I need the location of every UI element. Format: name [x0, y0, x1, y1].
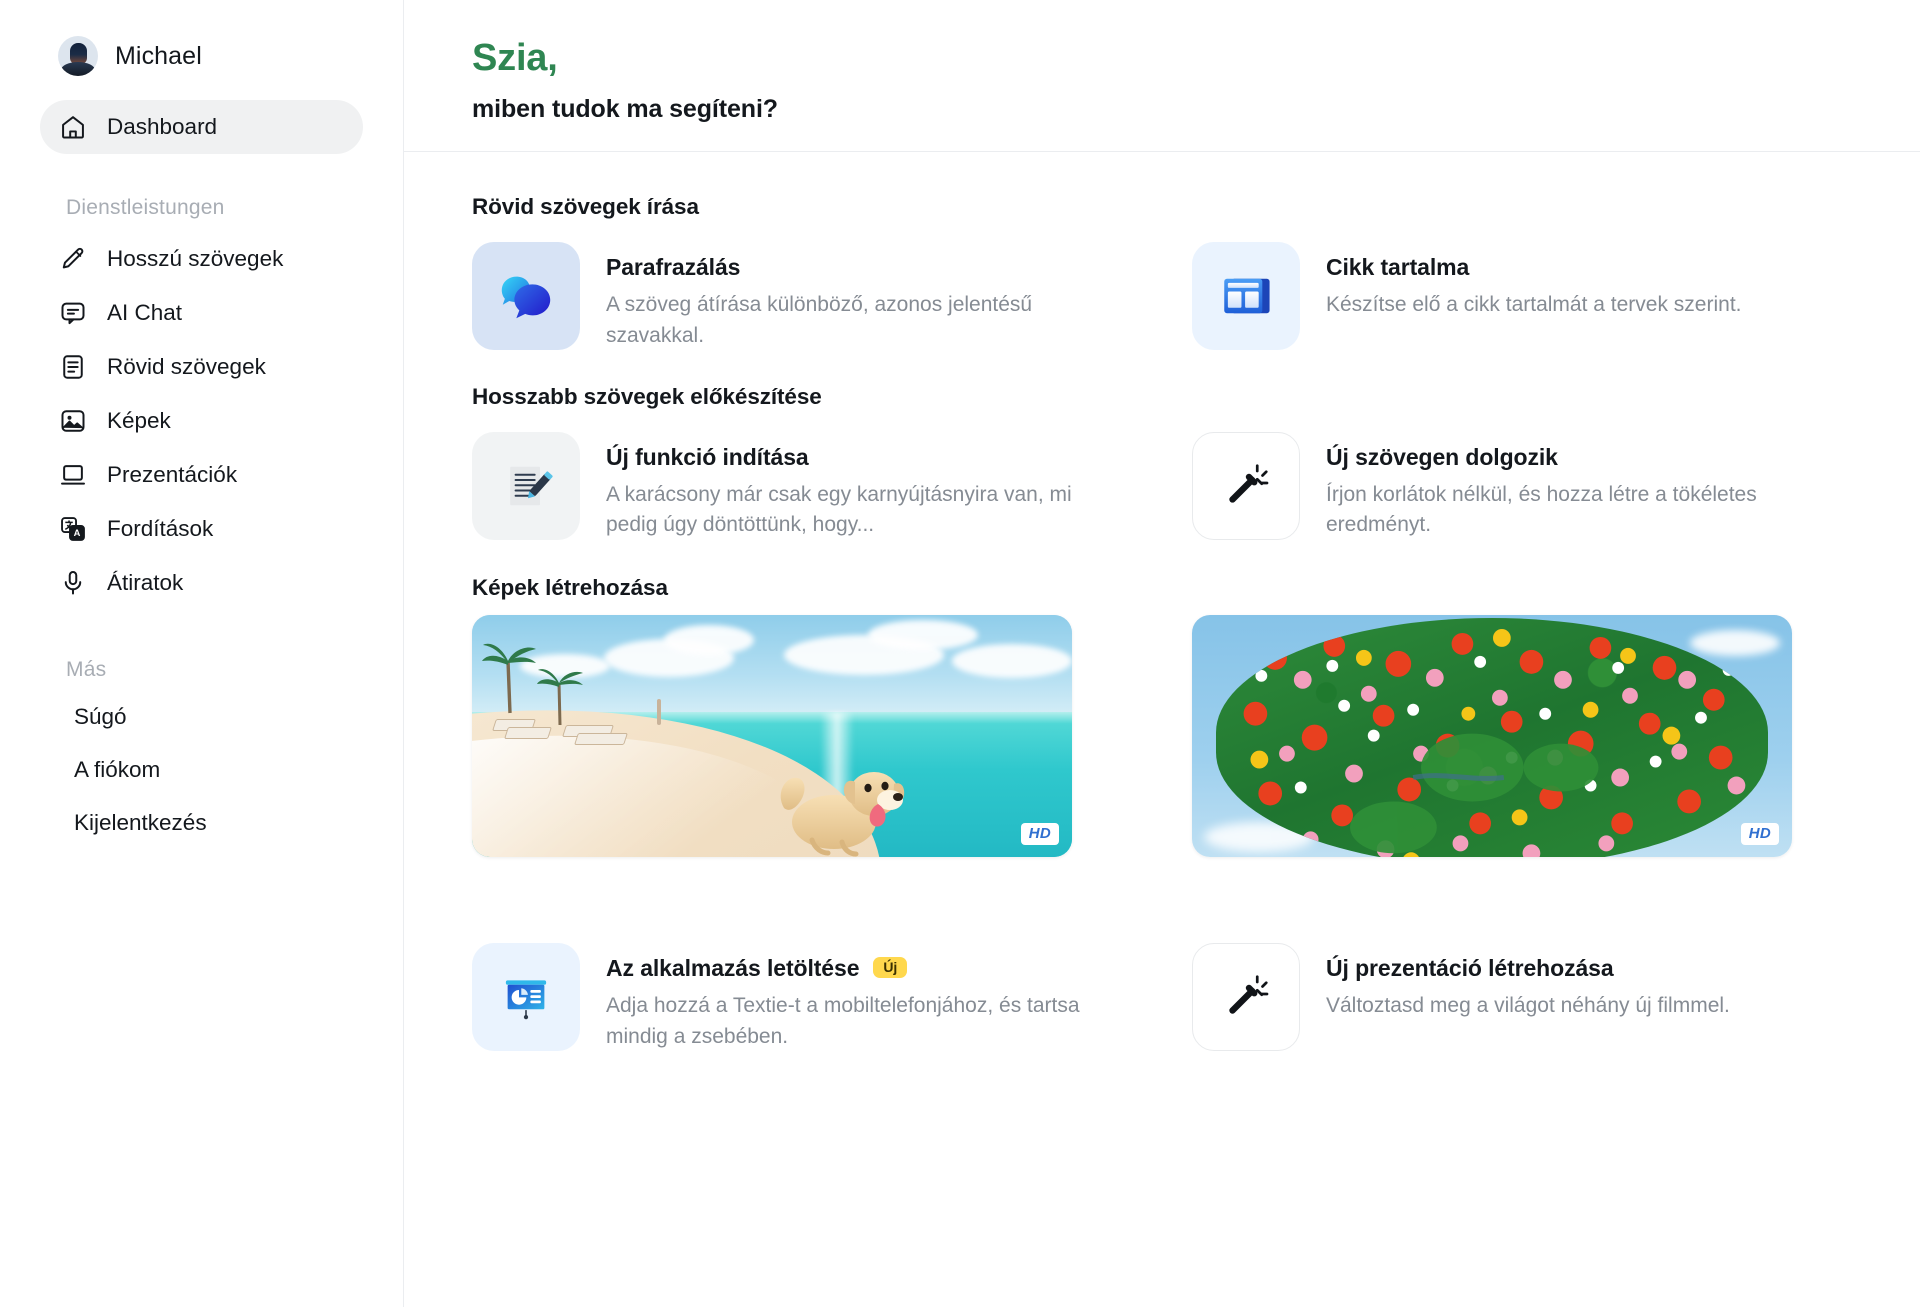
card-body: Cikk tartalma Készítse elő a cikk tartal… [1326, 242, 1742, 321]
microphone-icon [58, 568, 88, 598]
section-title-long-texts: Hosszabb szövegek előkészítése [472, 383, 822, 409]
card-uj-prezentacio-letrehozasa[interactable]: Új prezentáció létrehozása Változtasd me… [1192, 935, 1920, 1061]
sidebar-item-hosszu-szovegek[interactable]: Hosszú szövegek [40, 232, 363, 286]
card-title: Új prezentáció létrehozása [1326, 955, 1730, 982]
card-description: A karácsony már csak egy karnyújtásnyira… [606, 482, 1072, 537]
section-bottom-cards: Az alkalmazás letöltése Új Adja hozzá a … [472, 935, 1920, 1061]
card-title: Parafrazálás [606, 254, 1126, 281]
cloud-shape [1690, 629, 1780, 656]
card-body: Új szövegen dolgozik Írjon korlátok nélk… [1326, 432, 1846, 542]
sidebar-section-services: Dienstleistungen [66, 196, 225, 219]
card-title-text: Új szövegen dolgozik [1326, 443, 1558, 470]
greeting-subtitle: miben tudok ma segíteni? [472, 94, 778, 123]
sidebar-user[interactable]: Michael [0, 30, 403, 82]
card-description: A szöveg átírása különböző, azonos jelen… [606, 292, 1033, 347]
article-layout-icon [1192, 241, 1300, 350]
sidebar-item-label: AI Chat [107, 300, 183, 325]
card-title-text: Új prezentáció létrehozása [1326, 955, 1614, 982]
card-title-text: Új funkció indítása [606, 443, 809, 470]
magic-wand-icon [1192, 943, 1300, 1052]
section-images: HD HD [472, 615, 1920, 858]
card-body: Új prezentáció létrehozása Változtasd me… [1326, 943, 1730, 1022]
status-badge-new: Új [873, 957, 908, 979]
card-title-text: Az alkalmazás letöltése [606, 955, 860, 982]
card-body: Új funkció indítása A karácsony már csak… [606, 432, 1126, 542]
card-description: Készítse elő a cikk tartalmát a tervek s… [1326, 292, 1742, 316]
card-cikk-tartalma[interactable]: Cikk tartalma Készítse elő a cikk tartal… [1192, 234, 1920, 360]
image-card-flower-bush[interactable]: HD [1192, 615, 1792, 858]
beach-lounger-icon [504, 727, 552, 740]
speech-bubbles-icon [472, 241, 580, 350]
app-root: Michael Dashboard Dienstleistungen Hossz… [0, 0, 1920, 1307]
sidebar-item-label: Dashboard [107, 114, 218, 139]
person-silhouette [657, 699, 661, 726]
chat-bubble-icon [58, 298, 88, 328]
section-title-create-images: Képek létrehozása [472, 575, 668, 601]
sidebar-item-label: Hosszú szövegek [107, 246, 284, 271]
beach-lounger-icon [574, 733, 628, 746]
card-description: Adja hozzá a Textie-t a mobiltelefonjáho… [606, 994, 1080, 1049]
flower-bush-shape [1216, 617, 1768, 858]
document-lines-icon [58, 352, 88, 382]
laptop-icon [58, 460, 88, 490]
hd-badge: HD [1020, 823, 1059, 846]
main-content: Szia, miben tudok ma segíteni? Rövid szö… [404, 0, 1920, 1307]
cloud-shape [664, 624, 754, 655]
card-uj-szovegen-dolgozik[interactable]: Új szövegen dolgozik Írjon korlátok nélk… [1192, 424, 1920, 550]
sidebar-item-label: Fordítások [107, 516, 214, 541]
hd-badge: HD [1740, 823, 1779, 846]
palm-tree-icon [537, 669, 583, 726]
bottom-spacer [472, 1061, 1920, 1121]
pencil-icon [58, 244, 88, 274]
user-avatar-icon [58, 36, 98, 76]
sidebar-item-a-fiokom[interactable]: A fiókom [0, 743, 403, 796]
sidebar-section-other: Más [66, 658, 107, 681]
card-title: Új szövegen dolgozik [1326, 444, 1846, 471]
image-icon [58, 406, 88, 436]
sidebar-item-kijelentkezes[interactable]: Kijelentkezés [0, 796, 403, 849]
section-title-short-texts: Rövid szövegek írása [472, 193, 699, 219]
greeting-title: Szia, [472, 37, 558, 79]
sidebar-item-label: Rövid szövegek [107, 354, 266, 379]
cloud-shape [868, 620, 978, 651]
page-header: Szia, miben tudok ma segíteni? [404, 0, 1920, 124]
sidebar-item-label: Képek [107, 408, 171, 433]
document-pencil-icon [472, 431, 580, 540]
presentation-chart-icon [472, 943, 580, 1052]
magic-wand-icon [1192, 431, 1300, 540]
translate-icon: A [58, 514, 88, 544]
card-body: Az alkalmazás letöltése Új Adja hozzá a … [606, 943, 1126, 1053]
svg-text:A: A [74, 528, 81, 538]
card-title: Új funkció indítása [606, 444, 1126, 471]
card-title: Cikk tartalma [1326, 254, 1742, 281]
card-az-alkalmazas-letoltese[interactable]: Az alkalmazás letöltése Új Adja hozzá a … [472, 935, 1192, 1061]
dog-illustration [780, 772, 905, 857]
sidebar-item-sugo[interactable]: Súgó [0, 690, 403, 743]
sidebar-item-prezentaciok[interactable]: Prezentációk [40, 448, 363, 502]
card-title-text: Cikk tartalma [1326, 253, 1470, 280]
card-body: Parafrazálás A szöveg átírása különböző,… [606, 242, 1126, 352]
section-short-texts-cards: Parafrazálás A szöveg átírása különböző,… [472, 234, 1920, 360]
card-title: Az alkalmazás letöltése Új [606, 955, 1126, 982]
user-name: Michael [115, 41, 202, 70]
sidebar-item-atiratok[interactable]: Átiratok [40, 556, 363, 610]
sidebar-item-forditasok[interactable]: A Fordítások [40, 502, 363, 556]
card-parafrazalas[interactable]: Parafrazálás A szöveg átírása különböző,… [472, 234, 1192, 360]
section-long-texts-cards: Új funkció indítása A karácsony már csak… [472, 424, 1920, 550]
flower-cluster-icon [1243, 628, 1755, 858]
sidebar-item-ai-chat[interactable]: AI Chat [40, 286, 363, 340]
card-description: Változtasd meg a világot néhány új filmm… [1326, 994, 1730, 1018]
card-description: Írjon korlátok nélkül, és hozza létre a … [1326, 482, 1757, 537]
dashboard-body: Rövid szövegek írása Parafrazálás A szöv… [404, 152, 1920, 1121]
sidebar-item-label: Prezentációk [107, 462, 238, 487]
image-card-beach-dog[interactable]: HD [472, 615, 1072, 858]
sidebar-item-rovid-szovegek[interactable]: Rövid szövegek [40, 340, 363, 394]
home-icon [58, 112, 88, 142]
sidebar-item-label: Átiratok [107, 570, 184, 595]
card-title-text: Parafrazálás [606, 253, 741, 280]
sidebar-item-dashboard[interactable]: Dashboard [40, 100, 363, 154]
card-uj-funkcio-inditasa[interactable]: Új funkció indítása A karácsony már csak… [472, 424, 1192, 550]
sidebar: Michael Dashboard Dienstleistungen Hossz… [0, 0, 404, 1307]
sidebar-item-kepek[interactable]: Képek [40, 394, 363, 448]
